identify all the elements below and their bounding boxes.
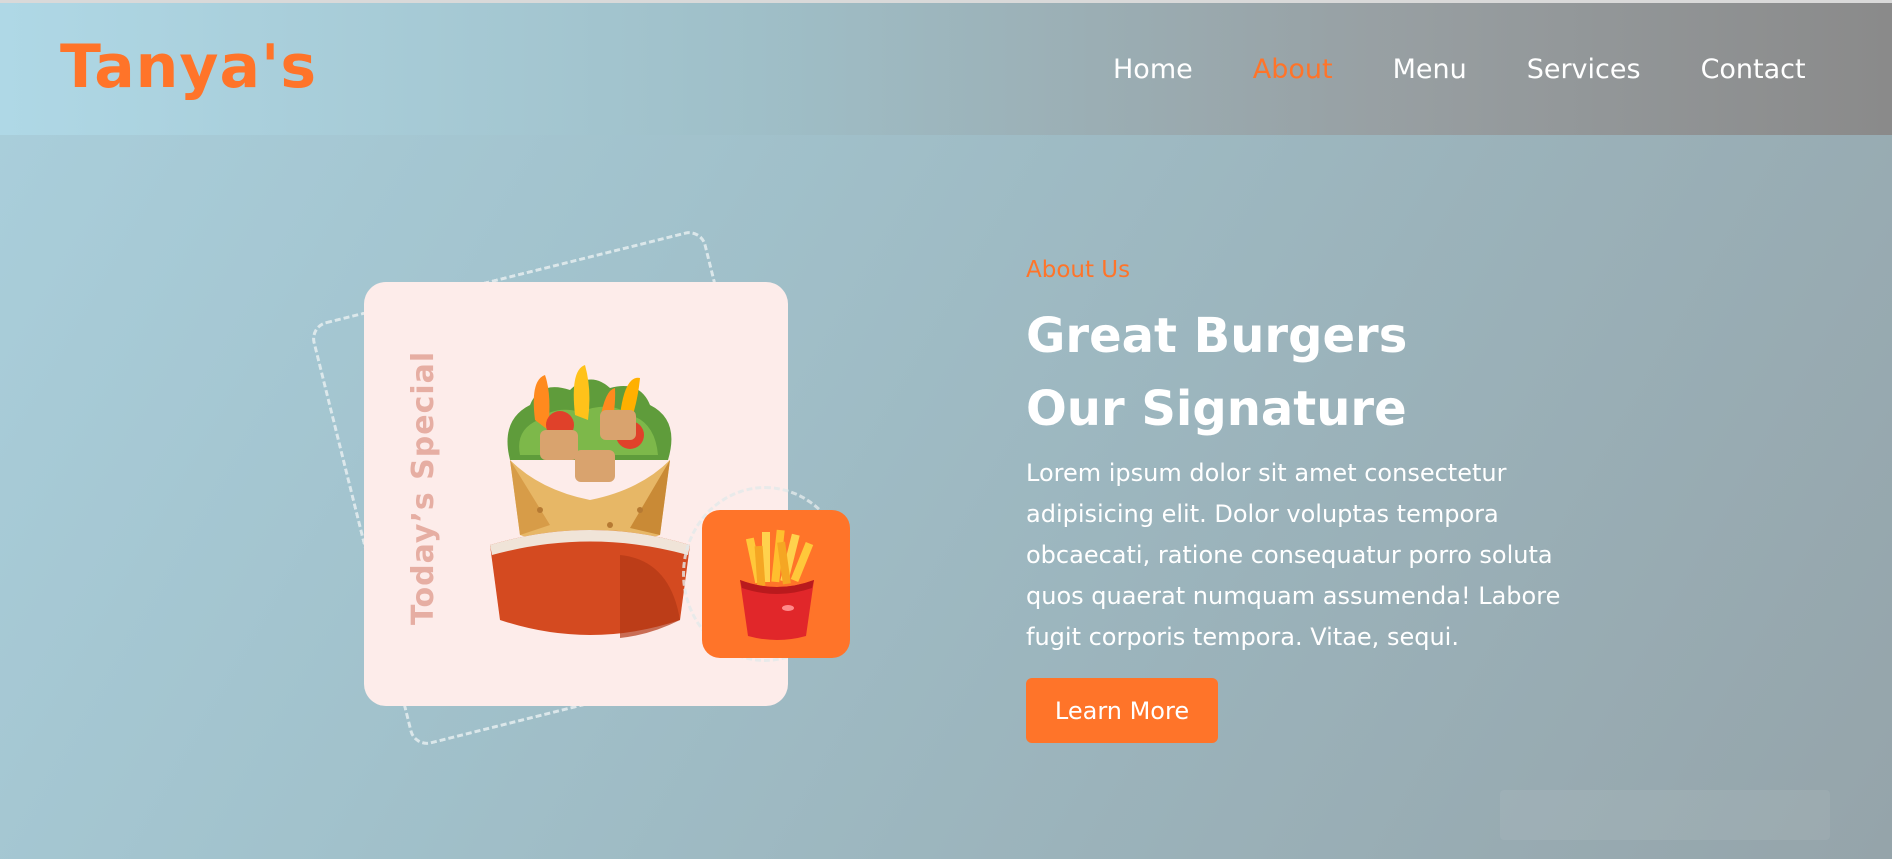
section-paragraph: Lorem ipsum dolor sit amet consectetur a… — [1026, 453, 1586, 658]
site-logo[interactable]: Tanya's — [60, 37, 317, 97]
section-eyebrow: About Us — [1026, 257, 1131, 283]
site-header: Tanya's Home About Menu Services Contact — [0, 3, 1892, 135]
fries-card — [702, 510, 850, 658]
main-nav: Home About Menu Services Contact — [1113, 56, 1806, 83]
paragraph-line: adipisicing elit. Dolor voluptas tempora — [1026, 500, 1499, 528]
paragraph-line: fugit corporis tempora. Vitae, sequi. — [1026, 623, 1459, 651]
wrap-burrito-icon — [480, 350, 700, 650]
headline-line-2: Our Signature — [1026, 381, 1407, 437]
paragraph-line: obcaecati, ratione consequatur porro sol… — [1026, 541, 1553, 569]
nav-item-home[interactable]: Home — [1113, 56, 1193, 83]
nav-item-services[interactable]: Services — [1527, 56, 1641, 83]
nav-item-contact[interactable]: Contact — [1701, 56, 1806, 83]
french-fries-icon — [740, 529, 814, 640]
paragraph-line: Lorem ipsum dolor sit amet consectetur — [1026, 459, 1507, 487]
faint-watermark — [1500, 790, 1830, 840]
hero-image-composition: Today’s Special — [308, 227, 890, 760]
todays-special-label: Today’s Special — [406, 350, 441, 625]
nav-item-about[interactable]: About — [1253, 56, 1333, 83]
headline-line-1: Great Burgers — [1026, 308, 1408, 364]
nav-item-menu[interactable]: Menu — [1393, 56, 1467, 83]
paragraph-line: quos quaerat numquam assumenda! Labore — [1026, 582, 1561, 610]
section-headline: Great Burgers Our Signature — [1026, 300, 1407, 446]
learn-more-button[interactable]: Learn More — [1026, 678, 1218, 743]
